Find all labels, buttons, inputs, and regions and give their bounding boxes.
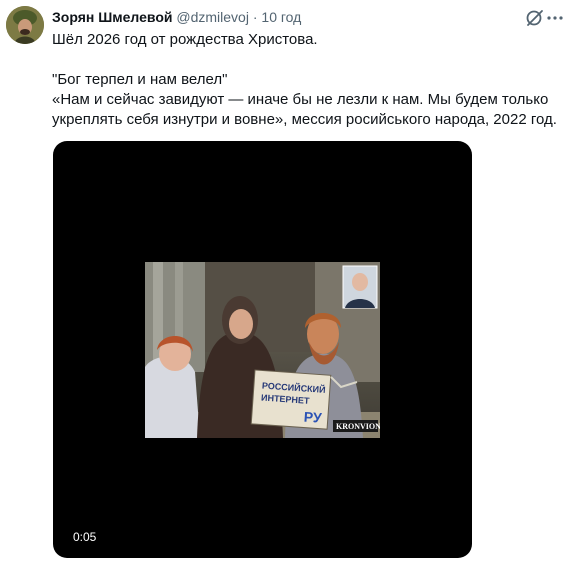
tweet-text: Шёл 2026 год от рождества Христова. "Бог… xyxy=(52,30,557,130)
more-options-button[interactable] xyxy=(547,7,563,29)
tweet-text-line: «Нам и сейчас завидуют — иначе бы не лез… xyxy=(52,91,549,108)
tweet-text-blank-line xyxy=(52,50,557,70)
avatar-image xyxy=(6,6,44,44)
video-frame: РОССИЙСКИЙ ИНТЕРНЕТ РУ KRONVION xyxy=(145,262,380,438)
tweet-text-line: "Бог терпел и нам велел" xyxy=(52,71,228,88)
tweet-text-line: Шёл 2026 год от рождества Христова. xyxy=(52,31,318,48)
box-text-ru: РУ xyxy=(303,409,322,426)
author-handle[interactable]: @dzmilevoj xyxy=(176,9,249,25)
tweet-header: Зорян Шмелевой @dzmilevoj · 10 год xyxy=(52,8,301,26)
separator-dot: · xyxy=(252,9,258,25)
video-player[interactable]: РОССИЙСКИЙ ИНТЕРНЕТ РУ KRONVION 0:05 xyxy=(53,141,472,558)
author-name[interactable]: Зорян Шмелевой xyxy=(52,9,173,25)
video-still: РОССИЙСКИЙ ИНТЕРНЕТ РУ KRONVION xyxy=(145,262,380,438)
video-duration: 0:05 xyxy=(73,530,97,544)
more-dots-icon xyxy=(547,16,563,20)
tweet: Зорян Шмелевой @dzmilevoj · 10 год Шёл 2… xyxy=(0,0,563,567)
watermark: KRONVION xyxy=(336,422,380,431)
timestamp[interactable]: 10 год xyxy=(261,9,301,25)
grok-button[interactable] xyxy=(524,7,546,29)
slashed-circle-icon xyxy=(526,10,543,26)
tweet-text-line: укреплять себя изнутри и вовне», мессия … xyxy=(52,111,557,128)
avatar[interactable] xyxy=(6,6,44,44)
